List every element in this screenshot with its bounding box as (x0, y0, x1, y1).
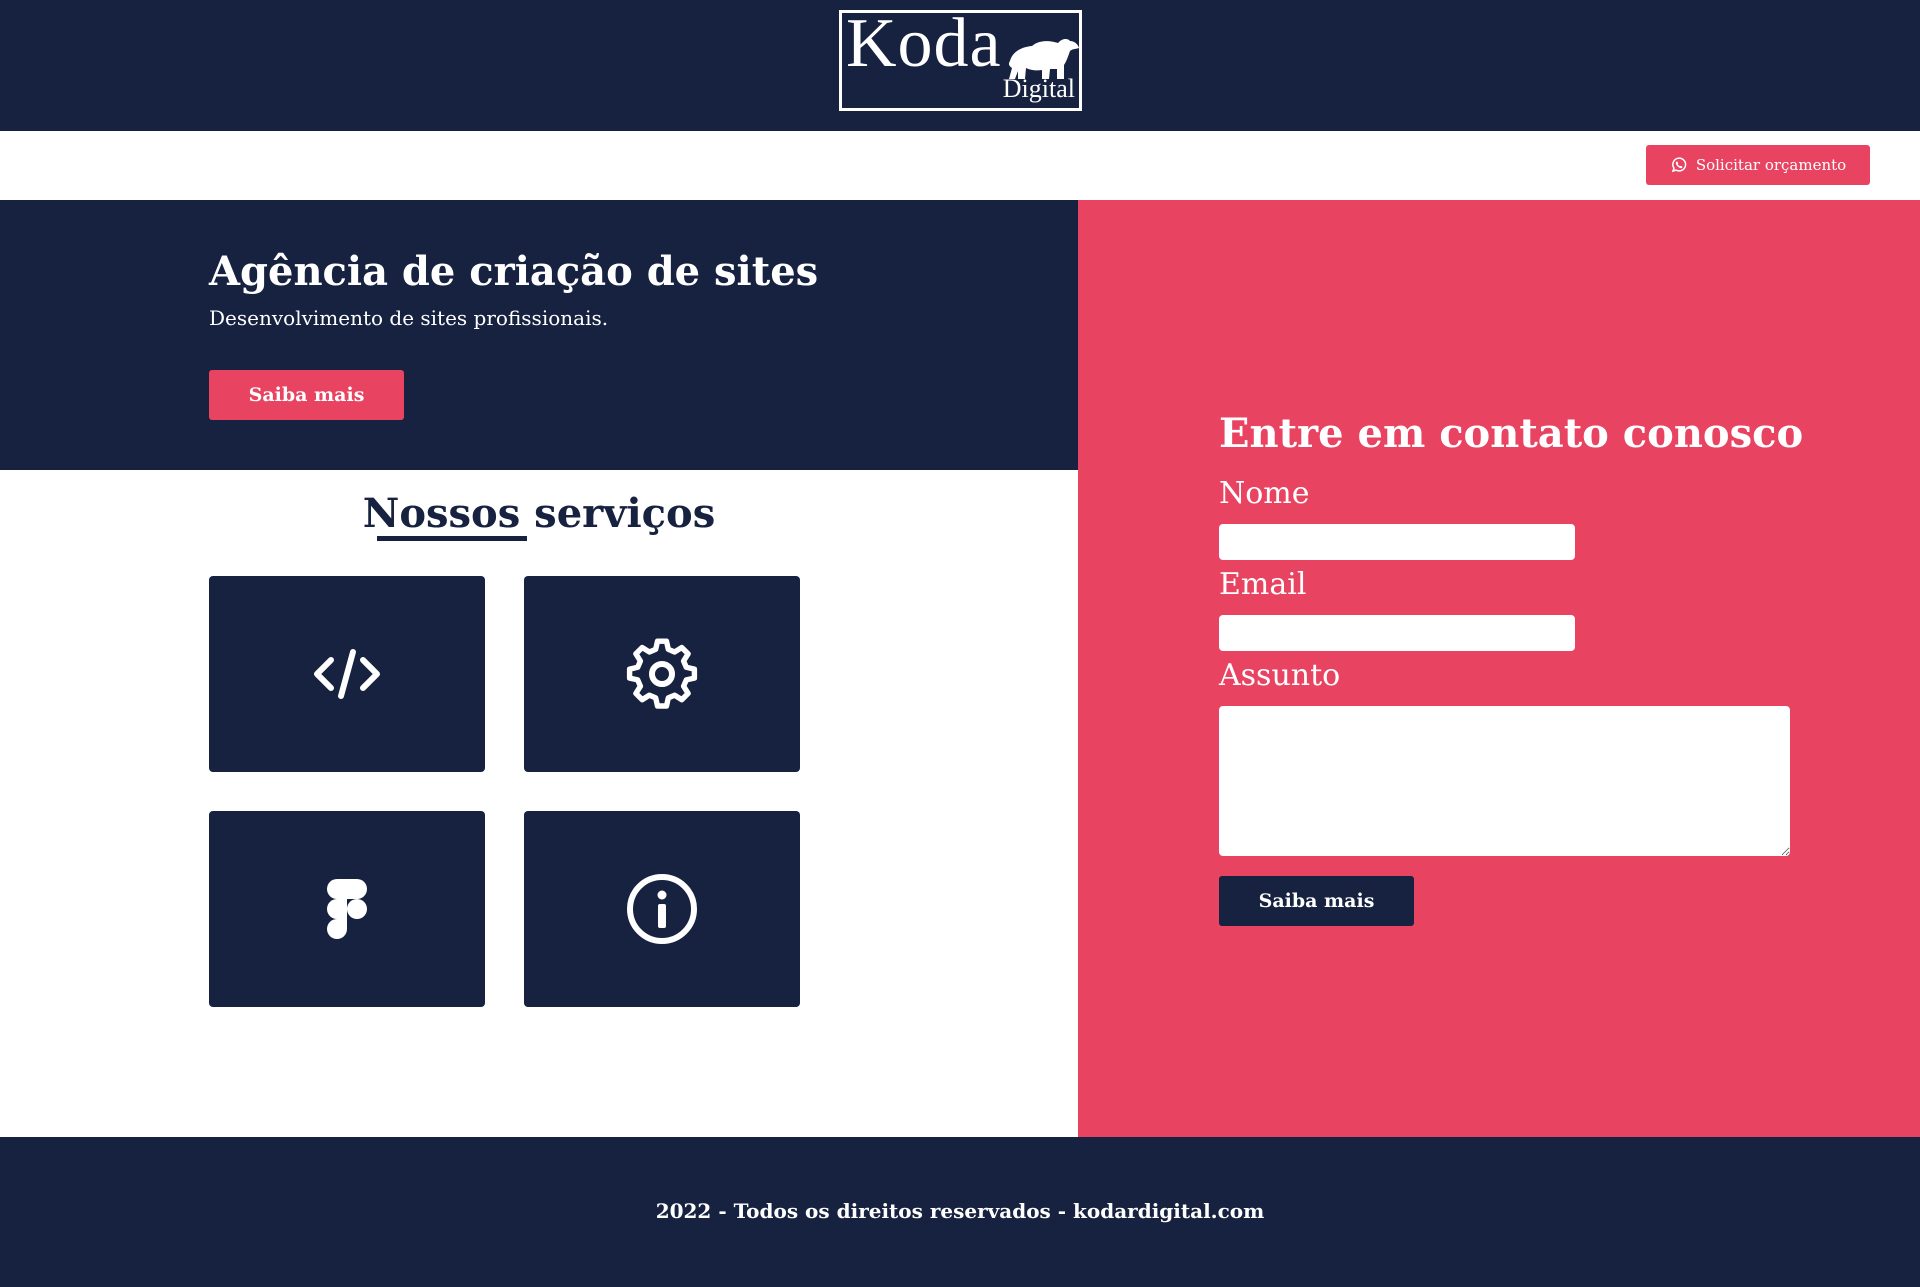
hero-learn-more-button[interactable]: Saiba mais (209, 370, 404, 420)
service-card-design[interactable] (209, 811, 485, 1007)
contact-section: Entre em contato conosco Nome Email Assu… (1078, 200, 1920, 1137)
code-icon (314, 649, 380, 699)
service-card-development[interactable] (209, 576, 485, 772)
header: Koda Digital (0, 0, 1920, 131)
logo-name: Koda (846, 5, 1002, 82)
email-input[interactable] (1219, 615, 1575, 651)
footer: 2022 - Todos os direitos reservados - ko… (0, 1137, 1920, 1287)
figma-icon (327, 879, 367, 939)
footer-copyright: 2022 - Todos os direitos reservados - ko… (655, 1199, 1265, 1223)
request-quote-label: Solicitar orçamento (1695, 156, 1847, 174)
service-card-settings[interactable] (524, 576, 800, 772)
logo-sub: Digital (1002, 74, 1075, 103)
topbar (0, 131, 1920, 200)
hero-section: Agência de criação de sites Desenvolvime… (0, 200, 1078, 470)
hero-title: Agência de criação de sites (209, 248, 819, 295)
info-icon (627, 874, 697, 944)
name-input[interactable] (1219, 524, 1575, 560)
contact-submit-button[interactable]: Saiba mais (1219, 876, 1414, 926)
contact-title: Entre em contato conosco (1219, 410, 1804, 457)
service-card-info[interactable] (524, 811, 800, 1007)
whatsapp-icon (1671, 157, 1687, 173)
services-title: Nossos serviços (362, 490, 716, 537)
services-title-underline (377, 536, 527, 541)
subject-textarea[interactable] (1219, 706, 1790, 856)
email-label: Email (1219, 567, 1307, 602)
services-section: Nossos serviços (0, 470, 1078, 1137)
name-label: Nome (1219, 476, 1310, 511)
gear-icon (626, 638, 698, 709)
request-quote-button[interactable]: Solicitar orçamento (1646, 145, 1870, 185)
subject-label: Assunto (1219, 658, 1341, 693)
hero-subtitle: Desenvolvimento de sites profissionais. (209, 306, 609, 330)
logo[interactable]: Koda Digital (839, 5, 1082, 111)
